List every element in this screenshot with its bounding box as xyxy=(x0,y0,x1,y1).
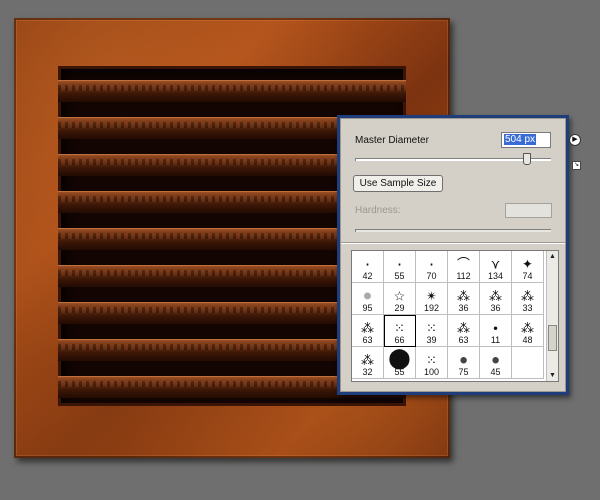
brush-size-label: 32 xyxy=(362,367,373,377)
texture-icon: ⁂ xyxy=(361,352,374,368)
star-outline-icon: ☆ xyxy=(393,288,406,304)
vent-slat xyxy=(58,80,406,102)
texture-icon: ⁂ xyxy=(521,320,534,336)
brush-preset[interactable]: ✴ 192 xyxy=(416,283,448,315)
brush-preset[interactable]: ⌒ 112 xyxy=(448,251,480,283)
hard-dot-icon: • xyxy=(493,320,498,336)
brush-preset[interactable]: ⁙ 66 xyxy=(384,315,416,347)
brush-size-label: 74 xyxy=(522,271,533,281)
brush-size-label: 75 xyxy=(458,367,469,377)
spray-icon: ⁙ xyxy=(394,320,405,336)
brush-size-label: 63 xyxy=(458,335,469,345)
brush-preset[interactable] xyxy=(512,347,544,379)
brush-size-label: 42 xyxy=(362,271,373,281)
fuzzy-ball-icon: ● xyxy=(362,287,373,305)
panel-divider xyxy=(341,242,565,244)
brush-picker-body: Master Diameter 504 px ▶ ↘ Use Sample Si… xyxy=(340,118,581,392)
brush-preset[interactable]: · 70 xyxy=(416,251,448,283)
brush-size-label: 11 xyxy=(490,335,501,345)
hardness-label: Hardness: xyxy=(355,205,401,216)
brush-preset[interactable]: ✦ 74 xyxy=(512,251,544,283)
brush-size-label: 29 xyxy=(394,303,405,313)
master-diameter-label: Master Diameter xyxy=(355,135,429,146)
brush-size-label: 134 xyxy=(487,271,504,281)
brush-list-scrollbar[interactable]: ▲ ▼ xyxy=(546,251,558,381)
scroll-up-icon[interactable]: ▲ xyxy=(547,251,558,262)
soft-round-icon: ● xyxy=(490,351,501,369)
brush-size-label: 55 xyxy=(394,271,405,281)
brush-size-label: 48 xyxy=(522,335,533,345)
soft-dot-icon: · xyxy=(428,253,435,274)
reset-icon[interactable]: ↘ xyxy=(572,161,581,170)
spray-icon: ⁙ xyxy=(426,352,437,368)
brush-size-label: 66 xyxy=(394,335,405,345)
brush-size-label: 39 xyxy=(426,335,437,345)
brush-size-label: 192 xyxy=(423,303,440,313)
brush-preset[interactable]: · 55 xyxy=(384,251,416,283)
master-diameter-slider[interactable] xyxy=(355,158,551,161)
brush-preset[interactable]: ⁙ 100 xyxy=(416,347,448,379)
texture-icon: ⁂ xyxy=(457,320,470,336)
master-diameter-value: 504 px xyxy=(504,134,537,145)
brush-size-label: 36 xyxy=(490,303,501,313)
brush-grid: · 42 · 55 · 70 ⌒ 112 ⋎ 134 ✦ 74 ● 95 ☆ 29 ✴ 192 ⁂ 36 ⁂ 36 ⁂ 33 ⁂… xyxy=(352,251,558,379)
texture-icon: ⁂ xyxy=(457,288,470,304)
brush-preset[interactable]: ⁂ 32 xyxy=(352,347,384,379)
use-sample-size-button[interactable]: Use Sample Size xyxy=(353,175,443,192)
brush-preset-picker: Master Diameter 504 px ▶ ↘ Use Sample Si… xyxy=(337,115,581,395)
maple-leaf-icon: ✦ xyxy=(522,256,533,272)
brush-preset[interactable]: ⁂ 63 xyxy=(352,315,384,347)
brush-preset[interactable]: ⁂ 36 xyxy=(480,283,512,315)
brush-size-label: 95 xyxy=(362,303,373,313)
brush-preset[interactable]: ⁂ 33 xyxy=(512,283,544,315)
brush-preset[interactable]: ⬤ 55 xyxy=(384,347,416,379)
brush-preset[interactable]: ● 45 xyxy=(480,347,512,379)
brush-list[interactable]: · 42 · 55 · 70 ⌒ 112 ⋎ 134 ✦ 74 ● 95 ☆ 29 ✴ 192 ⁂ 36 ⁂ 36 ⁂ 33 ⁂… xyxy=(351,250,559,382)
scroll-thumb[interactable] xyxy=(548,325,557,351)
brush-size-label: 36 xyxy=(458,303,469,313)
brush-size-label: 55 xyxy=(394,367,405,377)
soft-dot-icon: · xyxy=(364,253,371,274)
soft-round-icon: ● xyxy=(458,351,469,369)
hardness-slider xyxy=(355,229,551,232)
brush-preset[interactable]: • 11 xyxy=(480,315,512,347)
brush-size-label: 70 xyxy=(426,271,437,281)
brush-size-label: 112 xyxy=(456,271,471,281)
master-diameter-slider-thumb[interactable] xyxy=(523,153,532,165)
master-diameter-input[interactable]: 504 px xyxy=(501,132,551,148)
grass-blades-icon: ⋎ xyxy=(490,256,501,272)
brush-preset[interactable]: · 42 xyxy=(352,251,384,283)
brush-size-label: 63 xyxy=(362,335,373,345)
brush-preset[interactable]: ⁂ 48 xyxy=(512,315,544,347)
brush-preset[interactable]: ⁂ 36 xyxy=(448,283,480,315)
soft-dot-icon: · xyxy=(396,253,403,274)
texture-icon: ⁂ xyxy=(489,288,502,304)
brush-size-label: 100 xyxy=(423,367,440,377)
spray-icon: ⁙ xyxy=(426,320,437,336)
brush-preset[interactable]: ⁂ 63 xyxy=(448,315,480,347)
brush-preset[interactable]: ● 75 xyxy=(448,347,480,379)
hardness-input xyxy=(505,203,552,218)
hard-round-icon: ⬤ xyxy=(388,347,411,370)
grass-stroke-icon: ⌒ xyxy=(456,256,471,272)
scatter-star-icon: ✴ xyxy=(426,288,437,304)
brush-size-label: 33 xyxy=(522,303,533,313)
brush-preset[interactable]: ⋎ 134 xyxy=(480,251,512,283)
scroll-down-icon[interactable]: ▼ xyxy=(547,370,558,381)
brush-preset[interactable]: ⁙ 39 xyxy=(416,315,448,347)
brush-size-label: 45 xyxy=(490,367,501,377)
brush-preset[interactable]: ● 95 xyxy=(352,283,384,315)
texture-icon: ⁂ xyxy=(361,320,374,336)
brush-preset[interactable]: ☆ 29 xyxy=(384,283,416,315)
texture-icon: ⁂ xyxy=(521,288,534,304)
flyout-arrow-icon[interactable]: ▶ xyxy=(569,134,581,146)
